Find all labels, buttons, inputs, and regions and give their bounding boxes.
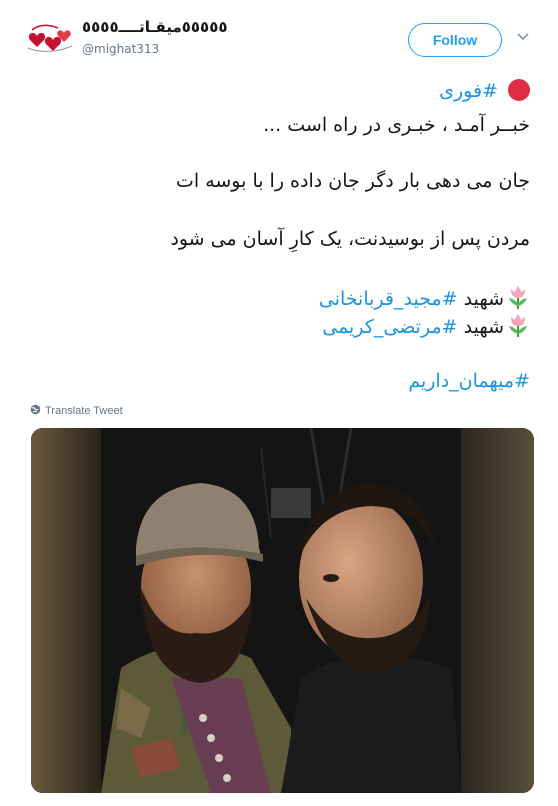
display-name[interactable]: ٥٥٥٥٥میقـاتــــ٥٥٥٥	[82, 18, 228, 36]
hashtag-link[interactable]: #میهمان_داریم	[408, 370, 530, 392]
martyr-word: شهید	[463, 288, 504, 310]
hashtag-link[interactable]: #مجید_قربانخانی	[319, 288, 458, 310]
tweet-line: مردن پس از بوسیدنت، یک کارِ آسان می شود	[170, 228, 530, 250]
hearts-logo-icon[interactable]	[22, 18, 78, 58]
tweet-line-final: #میهمان_داریم	[30, 368, 530, 394]
globe-icon	[30, 404, 41, 418]
tweet-header: ٥٥٥٥٥میقـاتــــ٥٥٥٥ @mighat313 Follow	[0, 0, 558, 80]
follow-button[interactable]: Follow	[408, 23, 502, 57]
martyr-word: شهید	[463, 316, 504, 338]
user-handle[interactable]: @mighat313	[82, 42, 159, 56]
tweet-line: جان می دهی بار دگر جان داده را با بوسه ا…	[175, 170, 530, 192]
chevron-down-icon[interactable]	[516, 30, 530, 44]
tulip-emoji-icon	[506, 312, 530, 345]
hashtag-link[interactable]: #فوری	[439, 80, 498, 102]
martyr-line-2: شهید #مرتضی_کریمی	[30, 312, 530, 345]
tweet-line: خبــر آمـد ، خبـری در راه است ...	[263, 114, 530, 136]
tweet-photo[interactable]	[31, 428, 534, 793]
translate-tweet-link[interactable]: Translate Tweet	[30, 404, 123, 418]
red-circle-emoji-icon	[508, 79, 530, 101]
tweet-line-hashtag: #فوری	[30, 78, 530, 104]
hashtag-link[interactable]: #مرتضی_کریمی	[322, 316, 457, 338]
translate-label: Translate Tweet	[45, 405, 123, 417]
